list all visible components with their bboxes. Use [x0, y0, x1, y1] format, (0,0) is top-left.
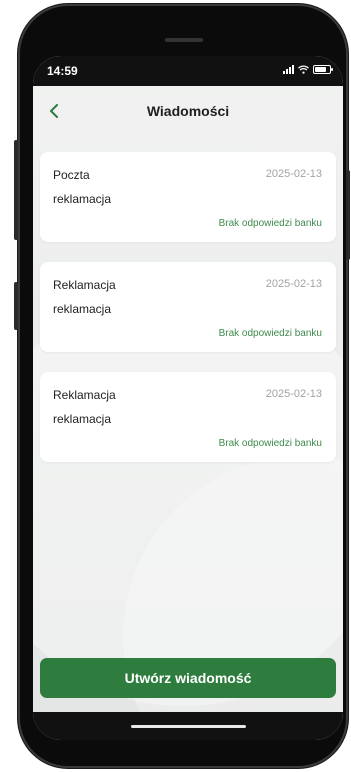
- status-bar: 14:59: [33, 56, 343, 86]
- message-date: 2025-02-13: [265, 388, 322, 400]
- home-indicator[interactable]: [131, 725, 246, 728]
- message-subject: reklamacja: [53, 192, 112, 206]
- header: Wiadomości: [33, 86, 343, 136]
- message-type: Poczta: [53, 168, 90, 182]
- wifi-icon: [298, 65, 309, 74]
- message-date: 2025-02-13: [265, 168, 322, 180]
- app-screen: 14:59 Wiadomości Poczta 2025-02-13 rekla…: [33, 56, 343, 740]
- message-card[interactable]: Poczta 2025-02-13 reklamacja Brak odpowi…: [40, 152, 336, 242]
- status-time: 14:59: [47, 64, 78, 78]
- volume-button: [14, 140, 18, 240]
- message-list: Poczta 2025-02-13 reklamacja Brak odpowi…: [40, 152, 336, 482]
- message-subject: reklamacja: [53, 302, 112, 316]
- message-card[interactable]: Reklamacja 2025-02-13 reklamacja Brak od…: [40, 262, 336, 352]
- power-button: [346, 170, 350, 260]
- system-nav-bar: [33, 712, 343, 740]
- page-title: Wiadomości: [146, 103, 230, 119]
- status-icons: [283, 65, 333, 74]
- volume-button-lower: [14, 282, 18, 330]
- message-status: Brak odpowiedzi banku: [218, 218, 322, 229]
- message-subject: reklamacja: [53, 412, 112, 426]
- signal-icon: [283, 65, 294, 74]
- message-type: Reklamacja: [53, 388, 116, 402]
- message-date: 2025-02-13: [265, 278, 322, 290]
- create-message-button[interactable]: Utwórz wiadomość: [40, 658, 336, 698]
- message-status: Brak odpowiedzi banku: [218, 438, 322, 449]
- battery-icon: [313, 65, 333, 74]
- message-card[interactable]: Reklamacja 2025-02-13 reklamacja Brak od…: [40, 372, 336, 462]
- message-type: Reklamacja: [53, 278, 116, 292]
- speaker-grille: [165, 38, 203, 42]
- battery-level: [315, 67, 326, 72]
- message-status: Brak odpowiedzi banku: [218, 328, 322, 339]
